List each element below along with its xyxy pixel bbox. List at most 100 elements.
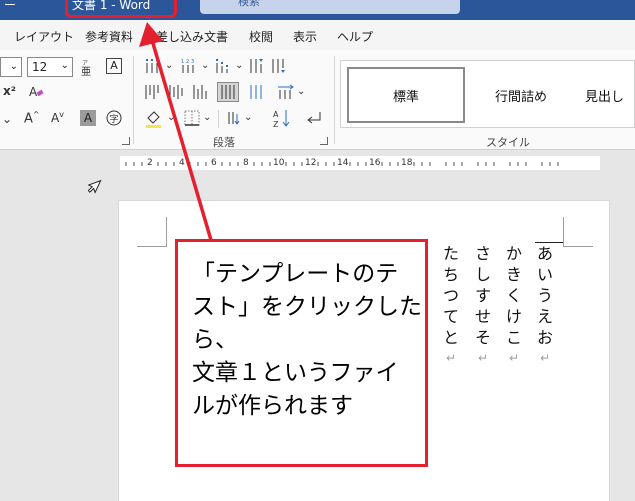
styles-group-label: スタイル (486, 136, 530, 149)
line-spacing-icon[interactable] (276, 84, 294, 100)
chevron-down-icon: ⌄ (9, 61, 18, 72)
ruler-number: 12 (305, 158, 317, 168)
ruler-number: 10 (273, 158, 285, 168)
grow-font-icon[interactable]: A^ (24, 110, 40, 126)
vertical-bullets-icon[interactable] (144, 58, 162, 74)
style-no-spacing-label: 行間詰め (494, 89, 547, 105)
sort-icon[interactable]: A Z (272, 108, 292, 128)
svg-text:字: 字 (110, 113, 119, 125)
justify-button[interactable] (217, 82, 239, 102)
character: い (536, 265, 553, 284)
paragraph-mark-icon: ↵ (508, 351, 520, 365)
style-normal[interactable]: 標準 (347, 67, 465, 123)
enclosed-character-icon[interactable]: 字 (106, 110, 122, 126)
annotation-line: スト」をクリックした (192, 294, 422, 320)
horizontal-ruler[interactable]: 2 4 6 8 10 12 14 16 18 (120, 156, 600, 170)
ruler-number: 4 (179, 158, 185, 168)
tab-references[interactable]: 参考資料 (85, 28, 133, 45)
font-size-dropdown[interactable]: 12 ⌄ (27, 57, 73, 77)
ruler-number: 14 (337, 158, 349, 168)
asian-layout-icon[interactable] (226, 110, 242, 126)
font-dialog-launcher[interactable] (122, 137, 130, 145)
font-size-value: 12 (32, 60, 48, 74)
annotation-line: ルが作られます (192, 393, 353, 419)
tab-help[interactable]: ヘルプ (337, 28, 373, 45)
chevron-down-icon[interactable]: ⌄ (203, 112, 211, 123)
multilevel-list-icon[interactable] (214, 58, 232, 74)
shrink-font-icon[interactable]: Av (51, 110, 64, 125)
character: き (505, 265, 522, 284)
style-no-spacing[interactable]: 行間詰め (469, 67, 573, 123)
ruler-number: 6 (211, 158, 217, 168)
svg-text:A: A (273, 110, 279, 119)
character: せ (474, 307, 491, 326)
mouse-pointer-icon (88, 179, 102, 194)
paragraph-mark-icon: ↵ (539, 351, 551, 365)
paragraph-mark-icon: ↵ (477, 351, 489, 365)
svg-text:A: A (29, 85, 38, 98)
style-gallery: 標準 行間詰め 見出し (340, 60, 635, 128)
chevron-down-icon[interactable]: ⌄ (244, 112, 252, 123)
chevron-down-icon[interactable]: ⌄ (201, 60, 209, 71)
align-center-icon[interactable] (168, 84, 186, 100)
style-heading-label: 見出し (585, 89, 625, 105)
margin-corner-top-left (137, 217, 167, 247)
clear-formatting-icon[interactable]: A (28, 84, 44, 98)
style-normal-label: 標準 (392, 89, 419, 105)
increase-indent-icon[interactable] (270, 58, 288, 74)
tab-review[interactable]: 校閲 (249, 28, 273, 45)
character: か (505, 244, 522, 263)
character: こ (505, 328, 522, 347)
chevron-down-icon: ⌄ (60, 60, 69, 71)
text-column: か き く け こ ↵ (505, 243, 523, 369)
title-highlight-box (65, 0, 177, 18)
tab-mailings[interactable]: 差し込み文書 (156, 28, 228, 45)
chevron-down-icon[interactable]: ⌄ (235, 60, 243, 71)
tab-layout[interactable]: レイアウト (14, 28, 74, 45)
character: ち (442, 265, 459, 284)
divider (218, 110, 219, 128)
chevron-down-icon[interactable]: ⌄ (297, 86, 305, 97)
justify-icon (221, 85, 235, 99)
chevron-down-icon[interactable]: ⌄ (2, 112, 12, 126)
ruler-number: 2 (147, 158, 153, 168)
character: た (442, 244, 459, 263)
chevron-down-icon[interactable]: ⌄ (167, 112, 175, 123)
chevron-down-icon[interactable]: ⌄ (165, 60, 173, 71)
style-heading[interactable]: 見出し (577, 67, 635, 123)
character: つ (442, 286, 459, 305)
menu-bar: レイアウト 参考資料 差し込み文書 校閲 表示 ヘルプ (0, 20, 635, 50)
text-column: あ い う え お ↵ (536, 243, 554, 369)
font-name-dropdown[interactable]: ⌄ (0, 57, 22, 77)
group-divider (334, 56, 335, 144)
ruler-number: 8 (243, 158, 249, 168)
ruler-number: 16 (369, 158, 381, 168)
tab-view[interactable]: 表示 (293, 28, 317, 45)
svg-text:ア: ア (82, 60, 88, 67)
character-shading-icon[interactable]: A (80, 110, 96, 126)
distributed-icon[interactable] (248, 84, 266, 100)
borders-icon[interactable] (184, 110, 200, 126)
enclose-characters-icon[interactable]: A (106, 58, 122, 74)
vertical-numbering-icon[interactable]: 123 (180, 58, 198, 74)
align-bottom-icon[interactable] (192, 84, 210, 100)
search-input[interactable]: 検索 (200, 0, 460, 14)
svg-text:1: 1 (181, 59, 184, 65)
svg-text:亜: 亜 (81, 67, 91, 76)
decrease-indent-icon[interactable] (248, 58, 266, 74)
align-top-icon[interactable] (144, 84, 162, 100)
svg-text:3: 3 (191, 59, 194, 65)
paragraph-group-label: 段落 (213, 136, 235, 149)
paragraph-dialog-launcher[interactable] (320, 137, 328, 145)
annotation-line: ら、 (192, 327, 238, 353)
character: う (536, 286, 553, 305)
character: し (474, 265, 491, 284)
paragraph-mark-icon: ↵ (445, 351, 457, 365)
phonetic-guide-icon[interactable]: ア 亜 (80, 58, 94, 76)
character: け (505, 307, 522, 326)
annotation-callout: 「テンプレートのテ スト」をクリックした ら、 文章１というファイ ルが作られま… (175, 239, 428, 467)
show-formatting-marks-icon[interactable] (304, 110, 322, 126)
superscript-icon[interactable]: x² (3, 84, 16, 98)
annotation-line: 「テンプレートのテ (192, 261, 399, 287)
shading-bucket-icon[interactable] (144, 110, 164, 128)
